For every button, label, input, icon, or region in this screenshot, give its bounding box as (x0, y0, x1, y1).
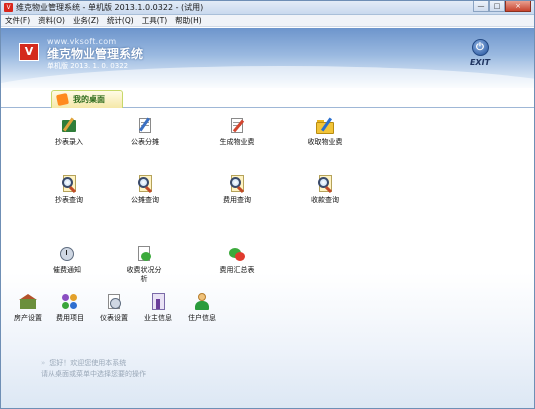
charge-analysis-icon (135, 245, 153, 263)
public-meter-share-icon (136, 117, 154, 135)
tile-meter-entry[interactable]: 抄表录入 (37, 117, 101, 147)
tile-label: 公摊查询 (131, 196, 159, 204)
exit-label: EXIT (469, 58, 491, 67)
tile-label: 抄表查询 (55, 196, 83, 204)
collect-fee-folder-icon (316, 117, 334, 135)
tile-public-meter-share[interactable]: 公表分摊 (113, 117, 177, 147)
tile-label: 公表分摊 (131, 138, 159, 146)
menu-help[interactable]: 帮助(H) (171, 15, 206, 26)
tile-payment-query[interactable]: 收款查询 (293, 175, 357, 205)
app-icon: V (4, 3, 13, 12)
welcome-hint: » 您好！欢迎您使用本系统 请从桌面或菜单中选择您要的操作 (41, 358, 146, 380)
tile-label: 收取物业费 (307, 138, 343, 146)
fee-query-icon (228, 175, 246, 194)
window-controls: — □ × (473, 1, 531, 13)
header-banner: V www.vksoft.com 维克物业管理系统 单机版 2013. 1. 0… (1, 28, 534, 88)
payment-query-icon (316, 175, 334, 194)
resident-info-icon (193, 293, 211, 311)
app-name: 维克物业管理系统 (47, 47, 144, 61)
title-bar[interactable]: V 维克物业管理系统 - 单机版 2013.1.0.0322 - (试用) — … (1, 1, 534, 15)
tab-my-desktop[interactable]: 我的桌面 (51, 90, 123, 108)
tile-share-query[interactable]: 公摊查询 (113, 175, 177, 205)
meter-query-icon (60, 175, 78, 194)
desktop-panel: 抄表录入 公表分摊 生成物业费 收取物业费 抄表查询 公摊查询 费用查询 收款查… (1, 108, 534, 408)
main-window: V 维克物业管理系统 - 单机版 2013.1.0.0322 - (试用) — … (0, 0, 535, 409)
tile-generate-fee[interactable]: 生成物业费 (205, 117, 269, 147)
close-button[interactable]: × (505, 1, 531, 12)
tile-meter-query[interactable]: 抄表查询 (37, 175, 101, 205)
exit-button[interactable]: ⏻ EXIT (467, 39, 493, 75)
tile-fee-summary[interactable]: 费用汇总表 (205, 245, 269, 275)
tile-resident-info[interactable]: 住户信息 (170, 293, 234, 323)
menu-bar: 文件(F) 资料(O) 业务(Z) 统计(Q) 工具(T) 帮助(H) (1, 15, 534, 27)
maximize-button[interactable]: □ (489, 1, 505, 12)
tile-charge-analysis[interactable]: 收费状况分析 (112, 245, 176, 284)
tile-label: 住户信息 (188, 314, 216, 322)
desktop-tab-icon (55, 92, 70, 107)
meter-settings-icon (105, 293, 123, 311)
tab-bar: 我的桌面 (1, 88, 534, 108)
menu-tools[interactable]: 工具(T) (138, 15, 171, 26)
logo-icon: V (19, 43, 39, 61)
payment-reminder-icon (58, 245, 76, 263)
tile-fee-query[interactable]: 费用查询 (205, 175, 269, 205)
tile-collect-fee[interactable]: 收取物业费 (293, 117, 357, 147)
window-title: 维克物业管理系统 - 单机版 2013.1.0.0322 - (试用) (16, 3, 204, 12)
minimize-button[interactable]: — (473, 1, 489, 12)
tile-label: 收款查询 (311, 196, 339, 204)
tile-label: 催费通知 (53, 266, 81, 274)
share-query-icon (136, 175, 154, 194)
menu-business[interactable]: 业务(Z) (69, 15, 103, 26)
tile-payment-reminder[interactable]: 催费通知 (35, 245, 99, 275)
menu-statistics[interactable]: 统计(Q) (103, 15, 138, 26)
fee-items-icon (61, 293, 79, 311)
tile-label: 费用查询 (223, 196, 251, 204)
fee-summary-icon (228, 245, 246, 263)
instruction-text: 请从桌面或菜单中选择您要的操作 (41, 370, 146, 378)
generate-fee-icon (228, 117, 246, 135)
menu-data[interactable]: 资料(O) (34, 15, 69, 26)
owner-info-icon (149, 293, 167, 311)
hint-arrow-icon: » (41, 359, 46, 367)
exit-power-icon: ⏻ (471, 39, 489, 56)
welcome-text: 您好！欢迎您使用本系统 (49, 359, 127, 367)
meter-entry-icon (60, 117, 78, 135)
property-settings-icon (19, 293, 37, 311)
tile-label: 收费状况分析 (126, 266, 162, 283)
tile-label: 费用汇总表 (219, 266, 255, 274)
tab-label: 我的桌面 (73, 95, 105, 104)
edition-version: 单机版 2013. 1. 0. 0322 (47, 62, 129, 70)
tile-label: 生成物业费 (219, 138, 255, 146)
welcome-line: » 您好！欢迎您使用本系统 (41, 358, 146, 369)
menu-file[interactable]: 文件(F) (1, 15, 34, 26)
tile-label: 抄表录入 (55, 138, 83, 146)
